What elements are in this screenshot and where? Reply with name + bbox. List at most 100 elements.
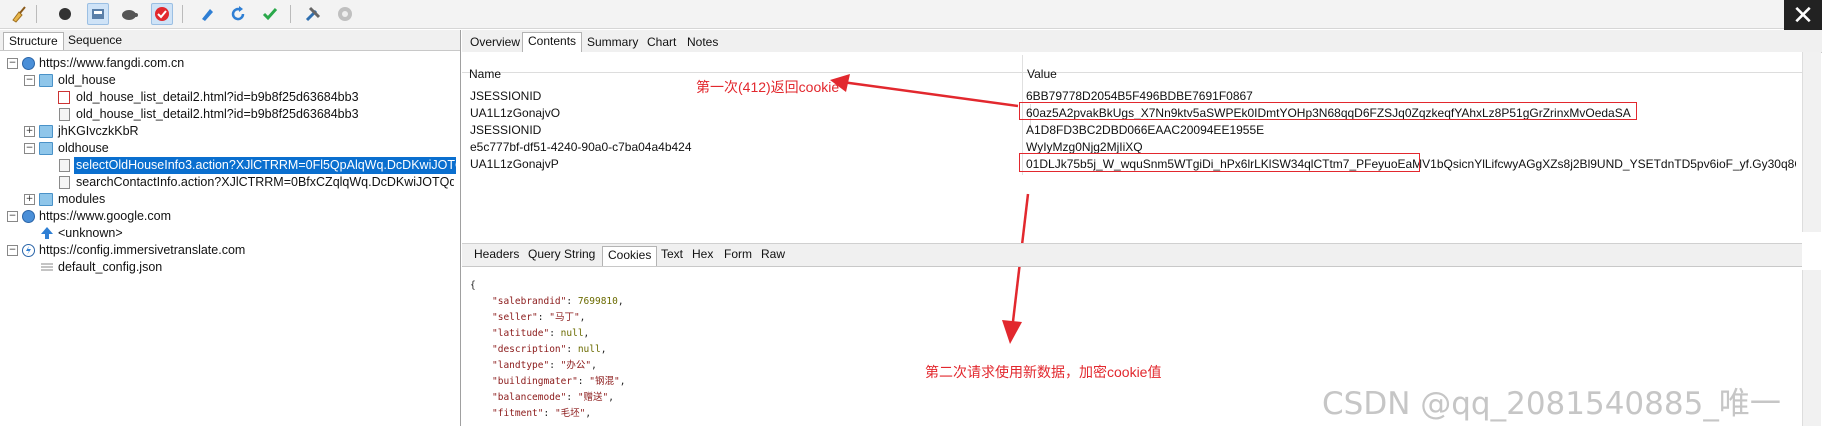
json-line: "seller": "马丁", — [492, 312, 586, 323]
broom-icon[interactable] — [8, 3, 30, 25]
json-key: "description" — [492, 344, 567, 355]
lightning-icon — [22, 244, 35, 257]
tab-hex[interactable]: Hex — [687, 246, 718, 263]
scrollbar[interactable] — [1802, 52, 1821, 232]
json-value: null — [577, 344, 601, 355]
turtle-icon[interactable] — [118, 3, 140, 25]
annotation-first: 第一次(412)返回cookie — [696, 79, 840, 95]
edit-pen-icon[interactable] — [196, 3, 218, 25]
column-header-value[interactable]: Value — [1027, 67, 1057, 81]
tree-node-folder[interactable]: old_house — [58, 72, 116, 89]
tab-overview[interactable]: Overview — [465, 34, 525, 51]
tab-query-string[interactable]: Query String — [523, 246, 600, 263]
left-tabs: Structure Sequence — [0, 30, 460, 51]
breakpoint-icon[interactable] — [151, 3, 173, 25]
toolbar — [0, 0, 1822, 29]
top-tabs: Overview Contents Summary Chart Notes — [462, 30, 1822, 53]
tab-chart[interactable]: Chart — [642, 34, 681, 51]
tree-node-host[interactable]: https://config.immersivetranslate.com — [39, 242, 245, 259]
json-key: "buildingmater" — [492, 376, 578, 387]
json-value: "赠送" — [577, 392, 609, 403]
tab-notes[interactable]: Notes — [682, 34, 723, 51]
tree-node-host[interactable]: https://www.google.com — [39, 208, 171, 225]
json-key: "balancemode" — [492, 392, 567, 403]
cookie-name[interactable]: JSESSIONID — [470, 122, 541, 138]
json-line: "latitude": null, — [492, 328, 590, 339]
watermark: CSDN @qq_2081540885_唯一 — [1322, 386, 1781, 422]
tab-text[interactable]: Text — [656, 246, 688, 263]
tab-sequence[interactable]: Sequence — [63, 32, 127, 49]
bottom-tabs: Headers Query String Cookies Text Hex Fo… — [462, 243, 1802, 267]
tools-icon[interactable] — [302, 3, 324, 25]
tree-node-unknown[interactable]: <unknown> — [58, 225, 123, 242]
tab-structure[interactable]: Structure — [3, 32, 64, 50]
json-value: "钢混" — [589, 376, 620, 387]
cookie-name[interactable]: e5c777bf-df51-4240-90a0-c7ba04a4b424 — [470, 139, 692, 155]
json-key: "landtype" — [492, 360, 550, 371]
collapse-toggle[interactable]: − — [7, 245, 18, 256]
tab-summary[interactable]: Summary — [582, 34, 643, 51]
cookie-value[interactable]: A1D8FD3BC2DBD066EAAC20094EE1955E — [1026, 122, 1264, 138]
json-value: 7699810 — [577, 296, 618, 307]
annotation-arrow — [830, 74, 1019, 108]
tree-node-request[interactable]: searchContactInfo.action?XJlCTRRM=0BfxCZ… — [76, 174, 454, 191]
close-icon[interactable]: ✕ — [1784, 0, 1822, 30]
check-icon[interactable] — [259, 3, 281, 25]
collapse-toggle[interactable]: − — [7, 58, 18, 69]
document-icon — [59, 176, 70, 189]
tree-node-request[interactable]: old_house_list_detail2.html?id=b9b8f25d6… — [76, 106, 359, 123]
tree-node-request[interactable]: default_config.json — [58, 259, 162, 276]
json-value: "马丁" — [549, 312, 580, 323]
column-header-name[interactable]: Name — [469, 67, 501, 81]
json-line: "balancemode": "赠送", — [492, 392, 614, 403]
json-value: "毛坯" — [554, 408, 586, 419]
document-icon — [59, 159, 70, 172]
json-line: "fitment": "毛坯", — [492, 408, 592, 419]
folder-icon — [39, 74, 53, 87]
settings-icon[interactable] — [334, 3, 356, 25]
highlight-box — [1019, 153, 1420, 172]
scrollbar[interactable] — [1802, 270, 1821, 426]
cookie-name[interactable]: UA1L1zGonajvO — [470, 105, 560, 121]
json-key: "fitment" — [492, 408, 544, 419]
tab-raw[interactable]: Raw — [756, 246, 790, 263]
refresh-icon[interactable] — [227, 3, 249, 25]
collapse-toggle[interactable]: − — [7, 211, 18, 222]
expand-toggle[interactable]: + — [24, 194, 35, 205]
json-line: "salebrandid": 7699810, — [492, 296, 624, 307]
throttle-icon[interactable] — [87, 3, 109, 25]
tree-node-host[interactable]: https://www.fangdi.com.cn — [39, 55, 184, 72]
tree-node-folder[interactable]: jhKGIvczkKbR — [58, 123, 139, 140]
lines-document-icon — [40, 261, 54, 274]
tree-node-request-selected[interactable]: selectOldHouseInfo3.action?XJlCTRRM=0Fl5… — [74, 157, 456, 174]
collapse-toggle[interactable]: − — [24, 75, 35, 86]
json-value: "办公" — [560, 360, 592, 371]
cookie-name[interactable]: UA1L1zGonajvP — [470, 156, 559, 172]
grid-header: Name Value — [462, 52, 1802, 126]
tab-contents[interactable]: Contents — [522, 32, 583, 52]
cookie-name[interactable]: JSESSIONID — [470, 88, 541, 104]
tree-node-request[interactable]: old_house_list_detail2.html?id=b9b8f25d6… — [76, 89, 359, 106]
record-icon[interactable] — [54, 3, 76, 25]
tab-form[interactable]: Form — [719, 246, 757, 263]
tree-view: − https://www.fangdi.com.cn − old_house … — [0, 53, 460, 293]
json-key: "latitude" — [492, 328, 550, 339]
document-icon — [59, 108, 70, 121]
json-line: "description": null, — [492, 344, 607, 355]
upload-arrow-icon — [40, 226, 54, 239]
folder-icon — [39, 193, 53, 206]
tab-cookies[interactable]: Cookies — [602, 246, 658, 266]
tree-node-folder[interactable]: oldhouse — [58, 140, 109, 157]
json-key: "salebrandid" — [492, 296, 567, 307]
json-line: "buildingmater": "钢混", — [492, 376, 626, 387]
folder-icon — [39, 142, 53, 155]
expand-toggle[interactable]: + — [24, 126, 35, 137]
json-value: null — [560, 328, 584, 339]
annotation-second: 第二次请求使用新数据，加密cookie值 — [925, 364, 1162, 380]
tree-node-folder[interactable]: modules — [58, 191, 105, 208]
json-key: "seller" — [492, 312, 538, 323]
tab-headers[interactable]: Headers — [469, 246, 524, 263]
collapse-toggle[interactable]: − — [24, 143, 35, 154]
highlight-box — [1019, 102, 1637, 120]
json-brace: { — [470, 280, 476, 291]
